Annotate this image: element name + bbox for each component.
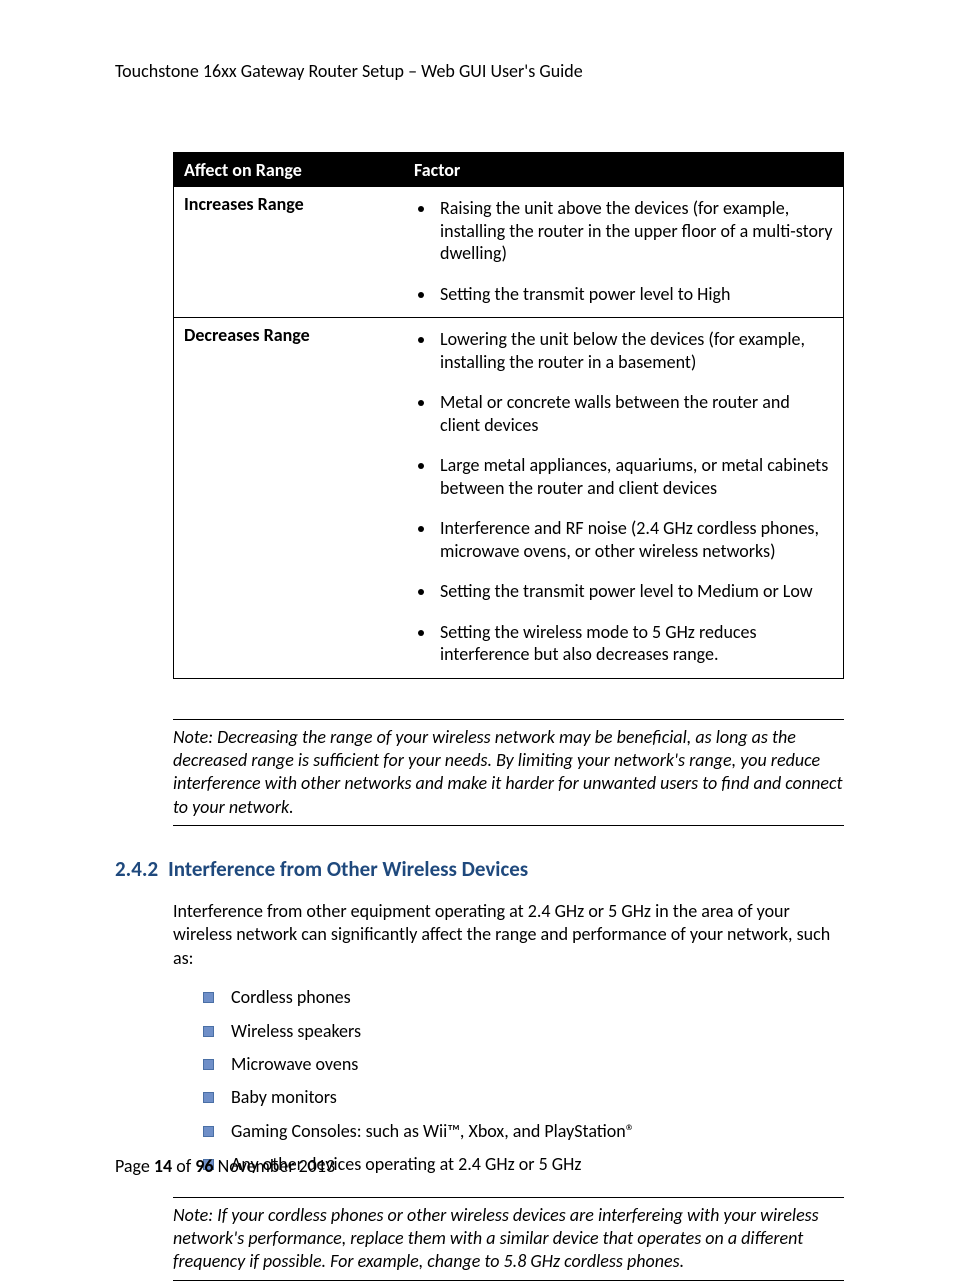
footer-total: 96 xyxy=(195,1155,213,1177)
footer-date: November 2013 xyxy=(214,1155,336,1177)
factor-item: Setting the transmit power level to Medi… xyxy=(436,580,833,603)
row-label-decreases: Decreases Range xyxy=(174,318,405,679)
list-item: Microwave ovens xyxy=(203,1053,844,1076)
factor-item: Interference and RF noise (2.4 GHz cordl… xyxy=(436,517,833,562)
section-heading: 2.4.2 Interference from Other Wireless De… xyxy=(115,856,844,882)
factor-item: Metal or concrete walls between the rout… xyxy=(436,391,833,436)
page-header: Touchstone 16xx Gateway Router Setup – W… xyxy=(115,60,844,82)
list-item: Baby monitors xyxy=(203,1086,844,1109)
footer-page-num: 14 xyxy=(154,1155,172,1177)
table-header-row: Affect on Range Factor xyxy=(174,153,844,188)
interference-list: Cordless phones Wireless speakers Microw… xyxy=(203,986,844,1176)
note-range: Note: Decreasing the range of your wirel… xyxy=(173,719,844,827)
list-item: Gaming Consoles: such as Wii™, Xbox, and… xyxy=(203,1120,844,1143)
row-factors-increases: Raising the unit above the devices (for … xyxy=(404,187,844,318)
row-label-increases: Increases Range xyxy=(174,187,405,318)
factor-item: Setting the transmit power level to High xyxy=(436,283,833,306)
document-page: Touchstone 16xx Gateway Router Setup – W… xyxy=(0,0,954,1235)
page-footer: Page 14 of 96 November 2013 xyxy=(115,1155,335,1177)
list-item: Wireless speakers xyxy=(203,1020,844,1043)
intro-paragraph: Interference from other equipment operat… xyxy=(173,900,844,970)
table-row: Increases Range Raising the unit above t… xyxy=(174,187,844,318)
range-factors-table: Affect on Range Factor Increases Range R… xyxy=(173,152,844,679)
factor-item: Setting the wireless mode to 5 GHz reduc… xyxy=(436,621,833,666)
footer-of-label: of xyxy=(172,1155,195,1177)
content-area: Affect on Range Factor Increases Range R… xyxy=(173,152,844,1281)
section-title: Interference from Other Wireless Devices xyxy=(168,856,528,882)
list-item: Cordless phones xyxy=(203,986,844,1009)
col-header-affect: Affect on Range xyxy=(174,153,405,188)
row-factors-decreases: Lowering the unit below the devices (for… xyxy=(404,318,844,679)
factor-item: Large metal appliances, aquariums, or me… xyxy=(436,454,833,499)
factor-item: Lowering the unit below the devices (for… xyxy=(436,328,833,373)
factor-item: Raising the unit above the devices (for … xyxy=(436,197,833,265)
table-row: Decreases Range Lowering the unit below … xyxy=(174,318,844,679)
col-header-factor: Factor xyxy=(404,153,844,188)
section-number: 2.4.2 xyxy=(115,856,158,882)
note-interference: Note: If your cordless phones or other w… xyxy=(173,1197,844,1281)
footer-page-label: Page xyxy=(115,1155,154,1177)
